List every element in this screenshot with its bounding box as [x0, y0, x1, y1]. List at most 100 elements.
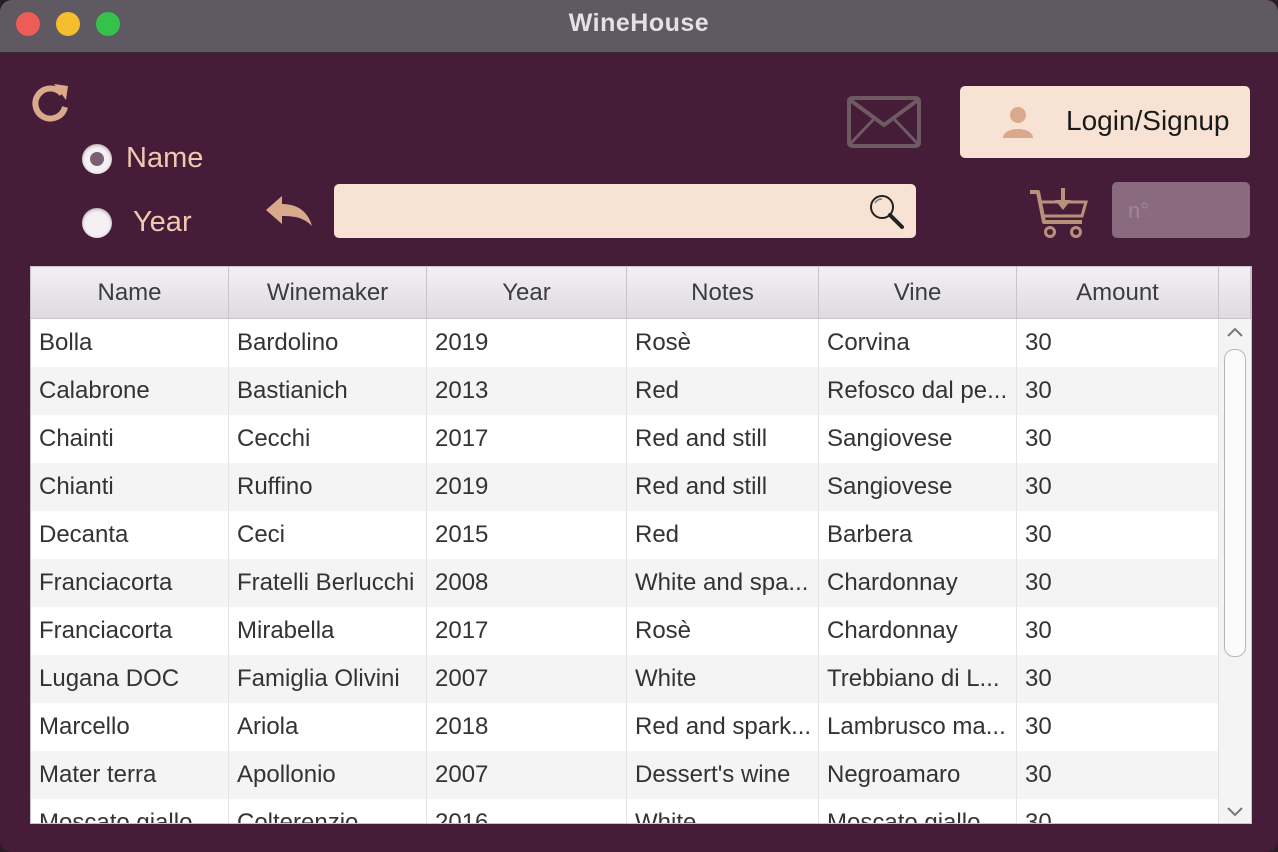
cell-winemaker: Apollonio: [229, 751, 427, 799]
cell-year: 2017: [427, 415, 627, 463]
cell-amount: 30: [1017, 607, 1219, 655]
scroll-down-icon[interactable]: [1225, 805, 1245, 819]
cell-amount: 30: [1017, 511, 1219, 559]
cell-year: 2019: [427, 463, 627, 511]
window-title: WineHouse: [568, 9, 710, 37]
cell-name: Decanta: [31, 511, 229, 559]
column-header-year[interactable]: Year: [427, 267, 627, 319]
cell-name: Calabrone: [31, 367, 229, 415]
table-row[interactable]: Bolla Bardolino 2019 Rosè Corvina 30: [31, 319, 1219, 367]
table-body: Bolla Bardolino 2019 Rosè Corvina 30 Cal…: [31, 319, 1219, 823]
quantity-input[interactable]: [1126, 191, 1242, 231]
table-row[interactable]: Calabrone Bastianich 2013 Red Refosco da…: [31, 367, 1219, 415]
radio-name[interactable]: [82, 143, 112, 174]
cell-vine: Sangiovese: [819, 463, 1017, 511]
column-header-name[interactable]: Name: [31, 267, 229, 319]
scrollbar-thumb[interactable]: [1224, 349, 1246, 657]
title-bar: WineHouse: [0, 0, 1278, 53]
refresh-icon[interactable]: [26, 80, 74, 128]
cell-amount: 30: [1017, 655, 1219, 703]
cell-winemaker: Fratelli Berlucchi: [229, 559, 427, 607]
cell-vine: Chardonnay: [819, 559, 1017, 607]
back-arrow-icon[interactable]: [262, 192, 316, 232]
cell-notes: Dessert's wine: [627, 751, 819, 799]
cell-name: Marcello: [31, 703, 229, 751]
cell-notes: Red and spark...: [627, 703, 819, 751]
cell-vine: Moscato giallo: [819, 799, 1017, 823]
radio-name-label: Name: [126, 142, 204, 174]
cell-notes: Red and still: [627, 415, 819, 463]
cell-notes: White and spa...: [627, 559, 819, 607]
magnifier-icon[interactable]: [864, 190, 908, 234]
mail-icon[interactable]: [846, 95, 922, 149]
cell-name: Chainti: [31, 415, 229, 463]
cell-name: Lugana DOC: [31, 655, 229, 703]
cell-winemaker: Mirabella: [229, 607, 427, 655]
cell-year: 2018: [427, 703, 627, 751]
cell-amount: 30: [1017, 751, 1219, 799]
cell-name: Franciacorta: [31, 607, 229, 655]
cell-amount: 30: [1017, 703, 1219, 751]
cell-name: Bolla: [31, 319, 229, 367]
cell-vine: Corvina: [819, 319, 1017, 367]
cart-icon[interactable]: [1026, 186, 1092, 240]
cell-vine: Chardonnay: [819, 607, 1017, 655]
app-window: WineHouse Name Year Login/Signup n° Name…: [0, 0, 1278, 852]
table-row[interactable]: Chainti Cecchi 2017 Red and still Sangio…: [31, 415, 1219, 463]
column-header-vine[interactable]: Vine: [819, 267, 1017, 319]
table-row[interactable]: Franciacorta Fratelli Berlucchi 2008 Whi…: [31, 559, 1219, 607]
cell-amount: 30: [1017, 319, 1219, 367]
cell-name: Moscato giallo: [31, 799, 229, 823]
cell-notes: Red: [627, 367, 819, 415]
column-header-corner: [1219, 267, 1251, 319]
cell-year: 2013: [427, 367, 627, 415]
cell-year: 2017: [427, 607, 627, 655]
table-scrollbar[interactable]: [1218, 319, 1251, 823]
cell-notes: Red and still: [627, 463, 819, 511]
cell-amount: 30: [1017, 463, 1219, 511]
table-row[interactable]: Lugana DOC Famiglia Olivini 2007 White T…: [31, 655, 1219, 703]
cell-vine: Sangiovese: [819, 415, 1017, 463]
table-row[interactable]: Moscato giallo Colterenzio 2016 White Mo…: [31, 799, 1219, 823]
cell-winemaker: Ruffino: [229, 463, 427, 511]
quantity-box: [1112, 182, 1250, 238]
cell-winemaker: Colterenzio: [229, 799, 427, 823]
table-row[interactable]: Mater terra Apollonio 2007 Dessert's win…: [31, 751, 1219, 799]
cell-winemaker: Ariola: [229, 703, 427, 751]
cell-name: Franciacorta: [31, 559, 229, 607]
cell-vine: Refosco dal pe...: [819, 367, 1017, 415]
cell-amount: 30: [1017, 367, 1219, 415]
cell-name: Mater terra: [31, 751, 229, 799]
wine-table: Name Winemaker Year Notes Vine Amount Bo…: [30, 266, 1252, 824]
radio-year[interactable]: [82, 207, 112, 238]
cell-year: 2019: [427, 319, 627, 367]
cell-notes: Rosè: [627, 319, 819, 367]
column-header-winemaker[interactable]: Winemaker: [229, 267, 427, 319]
cell-vine: Barbera: [819, 511, 1017, 559]
cell-winemaker: Bardolino: [229, 319, 427, 367]
search-by-name-option[interactable]: Name: [82, 142, 203, 175]
column-header-notes[interactable]: Notes: [627, 267, 819, 319]
cell-name: Chianti: [31, 463, 229, 511]
login-signup-button[interactable]: Login/Signup: [960, 86, 1250, 158]
cell-notes: White: [627, 799, 819, 823]
column-header-amount[interactable]: Amount: [1017, 267, 1219, 319]
login-signup-label: Login/Signup: [1066, 105, 1230, 136]
cell-year: 2016: [427, 799, 627, 823]
cell-notes: White: [627, 655, 819, 703]
table-header: Name Winemaker Year Notes Vine Amount: [31, 267, 1251, 319]
search-input[interactable]: [344, 192, 858, 232]
cell-amount: 30: [1017, 415, 1219, 463]
search-box: [334, 184, 916, 238]
search-by-year-option[interactable]: Year: [82, 206, 192, 239]
table-row[interactable]: Chianti Ruffino 2019 Red and still Sangi…: [31, 463, 1219, 511]
user-icon: [1003, 107, 1033, 138]
table-row[interactable]: Franciacorta Mirabella 2017 Rosè Chardon…: [31, 607, 1219, 655]
table-row[interactable]: Marcello Ariola 2018 Red and spark... La…: [31, 703, 1219, 751]
cell-winemaker: Ceci: [229, 511, 427, 559]
table-row[interactable]: Decanta Ceci 2015 Red Barbera 30: [31, 511, 1219, 559]
scroll-up-icon[interactable]: [1225, 325, 1245, 339]
cell-year: 2008: [427, 559, 627, 607]
cell-notes: Rosè: [627, 607, 819, 655]
cell-year: 2007: [427, 751, 627, 799]
